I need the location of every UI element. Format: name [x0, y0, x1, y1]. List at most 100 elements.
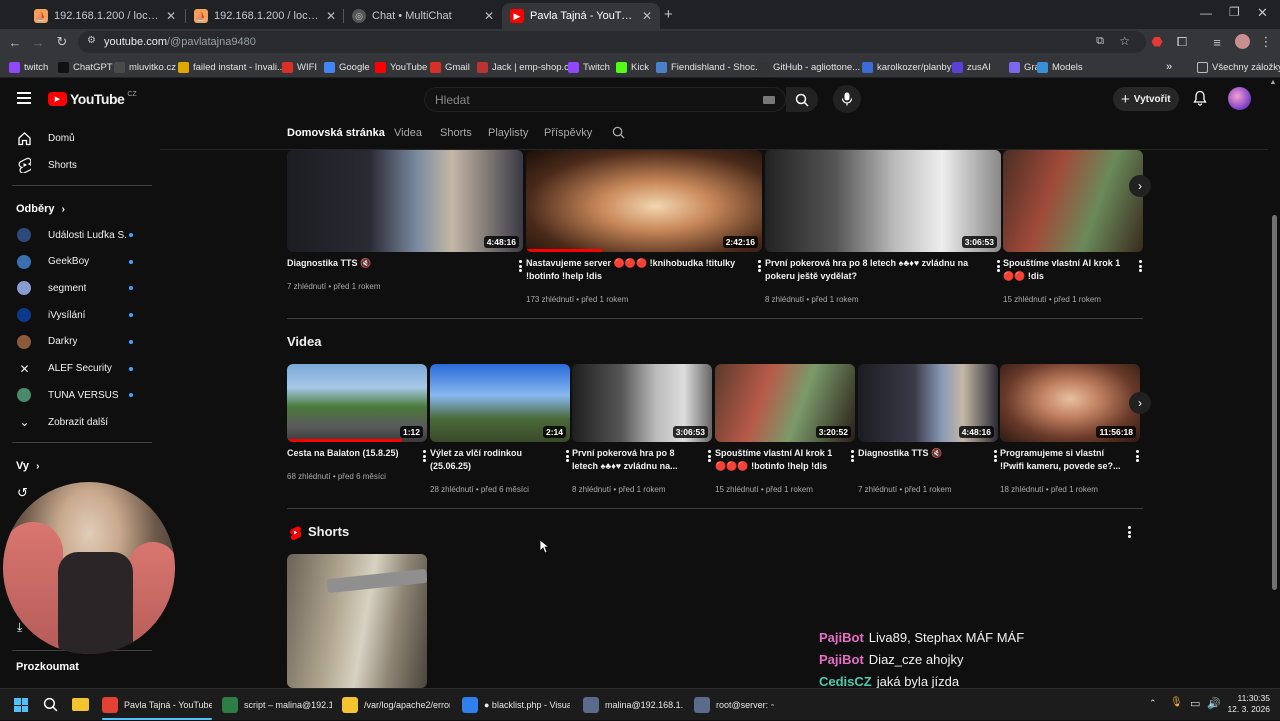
- install-app-icon[interactable]: ⧉: [1096, 35, 1104, 48]
- volume-icon[interactable]: 🔊: [1207, 697, 1221, 710]
- video-more-icon[interactable]: [997, 260, 1000, 272]
- sidebar-show-more[interactable]: ⌄ Zobrazit další: [0, 409, 152, 435]
- close-tab-icon[interactable]: ✕: [642, 9, 652, 23]
- hamburger-menu-icon[interactable]: [17, 92, 31, 104]
- taskbar-app[interactable]: malina@192.168.1.200: [583, 689, 683, 721]
- sidebar-subscription[interactable]: iVysílání: [0, 302, 152, 328]
- video-title[interactable]: Spouštíme vlastní AI krok 1 🔴🔴 !dis: [1003, 257, 1129, 283]
- forward-icon[interactable]: →: [27, 29, 49, 55]
- bookmark-item[interactable]: Kick: [616, 59, 649, 75]
- browser-tab-active[interactable]: ▶ Pavla Tajná - YouTube ✕: [502, 3, 660, 29]
- tab-home[interactable]: Domovská stránka: [287, 127, 385, 139]
- tab-shorts[interactable]: Shorts: [440, 127, 472, 139]
- search-input[interactable]: Hledat: [424, 87, 786, 112]
- bookmark-item[interactable]: Jack | emp-shop.cz: [477, 59, 574, 75]
- video-more-icon[interactable]: [566, 450, 569, 462]
- taskbar-app[interactable]: script – malina@192.168: [222, 689, 332, 721]
- bookmark-item[interactable]: WIFI: [282, 59, 317, 75]
- extension-icon[interactable]: ⬣: [1146, 29, 1168, 55]
- close-tab-icon[interactable]: ✕: [166, 9, 176, 23]
- browser-tab[interactable]: ◎ Chat • MultiChat ✕: [344, 3, 502, 29]
- voice-search-button[interactable]: [833, 85, 861, 113]
- bookmark-item[interactable]: zusAI: [952, 59, 991, 75]
- all-bookmarks-button[interactable]: Všechny záložky: [1197, 59, 1280, 75]
- profile-avatar[interactable]: [1235, 34, 1250, 49]
- video-thumbnail[interactable]: 1:12: [287, 364, 427, 442]
- microphone-tray-icon[interactable]: 🎙: [1170, 697, 1183, 708]
- clock[interactable]: 11:30:35 12. 3. 2026: [1226, 693, 1270, 715]
- bookmark-item[interactable]: Models: [1037, 59, 1083, 75]
- video-more-icon[interactable]: [851, 450, 854, 462]
- section-more-icon[interactable]: [1128, 526, 1131, 538]
- bookmark-item[interactable]: GitHub - agliottone...: [758, 59, 860, 75]
- video-more-icon[interactable]: [708, 450, 711, 462]
- video-more-icon[interactable]: [423, 450, 426, 462]
- bookmark-item[interactable]: mluvitko.cz: [114, 59, 176, 75]
- bookmark-item[interactable]: ChatGPT: [58, 59, 113, 75]
- bookmark-item[interactable]: Twitch: [568, 59, 610, 75]
- file-explorer-icon[interactable]: [72, 698, 89, 711]
- extensions-puzzle-icon[interactable]: ⧠: [1171, 29, 1193, 55]
- address-bar[interactable]: ⚙ youtube.com/@pavlatajna9480 ⧉ ☆: [78, 31, 1146, 53]
- video-title[interactable]: Programujeme si vlastní !Pwifi kameru, p…: [1000, 447, 1126, 473]
- video-title[interactable]: Diagnostika TTS 🔇: [858, 447, 984, 460]
- browser-menu-icon[interactable]: ⋮: [1255, 29, 1277, 55]
- video-title[interactable]: První pokerová hra po 8 letech ♠♣♦♥ zvlá…: [572, 447, 698, 473]
- short-thumbnail[interactable]: [287, 554, 427, 688]
- shorts-section-heading[interactable]: Shorts: [308, 524, 349, 539]
- taskbar-app[interactable]: ● blacklist.php - Visual S: [462, 689, 570, 721]
- video-title[interactable]: Diagnostika TTS 🔇: [287, 257, 509, 270]
- video-more-icon[interactable]: [1139, 260, 1142, 272]
- reading-list-icon[interactable]: ≡: [1206, 29, 1228, 55]
- more-bookmarks-icon[interactable]: »: [1166, 59, 1172, 75]
- video-more-icon[interactable]: [519, 260, 522, 272]
- youtube-logo[interactable]: ▶ YouTube CZ: [48, 91, 137, 107]
- video-thumbnail[interactable]: 3:06:53: [765, 150, 1001, 252]
- network-icon[interactable]: ▭: [1190, 697, 1200, 710]
- video-more-icon[interactable]: [1136, 450, 1139, 462]
- create-button[interactable]: + Vytvořit: [1113, 87, 1179, 111]
- subscriptions-header[interactable]: Odběry ›: [16, 203, 65, 215]
- new-tab-icon[interactable]: +: [664, 6, 673, 23]
- search-button[interactable]: [786, 87, 818, 112]
- sidebar-subscription[interactable]: GeekBoy: [0, 249, 152, 275]
- sidebar-subscription[interactable]: ✕ ALEF Security: [0, 356, 152, 382]
- video-more-icon[interactable]: [758, 260, 761, 272]
- taskbar-app[interactable]: /var/log/apache2/error.: [342, 689, 450, 721]
- notifications-bell-icon[interactable]: [1193, 90, 1207, 109]
- sidebar-item-shorts[interactable]: Shorts: [0, 152, 152, 178]
- tab-videos[interactable]: Videa: [394, 127, 422, 139]
- sidebar-subscription[interactable]: TUNA VERSUS: [0, 382, 152, 408]
- video-thumbnail[interactable]: [1003, 150, 1143, 252]
- taskbar-app[interactable]: Pavla Tajná - YouTube -: [102, 689, 212, 721]
- bookmark-item[interactable]: failed instant - Invali...: [178, 59, 285, 75]
- bookmark-item[interactable]: karolkozer/planby: [862, 59, 951, 75]
- close-tab-icon[interactable]: ✕: [326, 9, 336, 23]
- reload-icon[interactable]: ↻: [51, 29, 73, 55]
- video-title[interactable]: Nastavujeme server 🔴🔴🔴 !knihobudka !titu…: [526, 257, 748, 283]
- taskbar-app[interactable]: root@server: ~: [694, 689, 774, 721]
- video-title[interactable]: Výlet za vlčí rodinkou (25.06.25): [430, 447, 556, 473]
- bookmark-item[interactable]: YouTube: [375, 59, 427, 75]
- video-title[interactable]: První pokerová hra po 8 letech ♠♣♦♥ zvlá…: [765, 257, 987, 283]
- videos-section-heading[interactable]: Videa: [287, 334, 321, 349]
- close-window-icon[interactable]: ✕: [1257, 5, 1268, 21]
- sidebar-subscription[interactable]: segment: [0, 275, 152, 301]
- bookmark-star-icon[interactable]: ☆: [1119, 34, 1130, 48]
- video-thumbnail[interactable]: 3:06:53: [572, 364, 712, 442]
- video-thumbnail[interactable]: 4:48:16: [287, 150, 523, 252]
- scroll-right-arrow-icon[interactable]: ›: [1129, 175, 1151, 197]
- browser-tab[interactable]: ⛵ 192.168.1.200 / localhost / mluvitko ✕: [26, 3, 184, 29]
- video-more-icon[interactable]: [994, 450, 997, 462]
- page-scrollbar[interactable]: [1272, 215, 1277, 590]
- browser-tab[interactable]: ⛵ 192.168.1.200 / localhost / mluvitko ✕: [186, 3, 344, 29]
- video-thumbnail[interactable]: 4:48:16: [858, 364, 998, 442]
- sidebar-item-home[interactable]: Domů: [0, 125, 152, 151]
- video-thumbnail[interactable]: 2:42:16: [526, 150, 762, 252]
- close-tab-icon[interactable]: ✕: [484, 9, 494, 23]
- bookmark-item[interactable]: Google: [324, 59, 370, 75]
- video-title[interactable]: Spouštíme vlastní AI krok 1 🔴🔴🔴 !botinfo…: [715, 447, 841, 473]
- restore-icon[interactable]: ❐: [1229, 5, 1240, 19]
- minimize-icon[interactable]: —: [1200, 6, 1212, 20]
- back-icon[interactable]: ←: [4, 29, 26, 55]
